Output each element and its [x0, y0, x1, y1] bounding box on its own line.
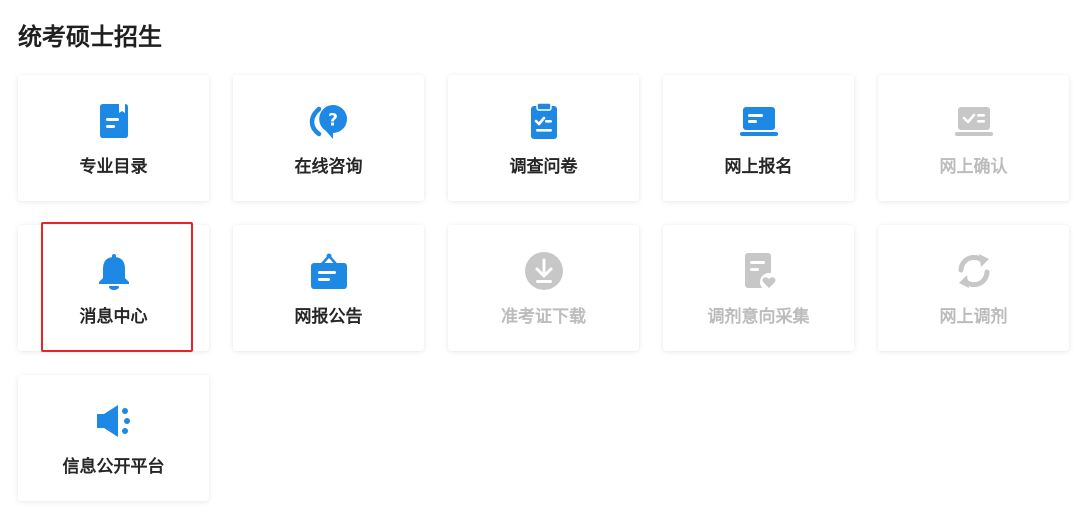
- card-label: 信息公开平台: [62, 457, 165, 477]
- card-major-catalog[interactable]: 专业目录: [18, 75, 209, 201]
- card-admission-ticket-download[interactable]: 准考证下载: [448, 225, 639, 351]
- card-label: 网上报名: [724, 157, 793, 177]
- card-online-registration[interactable]: 网上报名: [663, 75, 854, 201]
- card-survey[interactable]: 调查问卷: [448, 75, 639, 201]
- card-registration-notice[interactable]: 网报公告: [233, 225, 424, 351]
- card-label: 消息中心: [79, 307, 148, 327]
- download-icon: [524, 251, 564, 291]
- speaker-icon: [94, 401, 134, 441]
- card-label: 调查问卷: [509, 157, 578, 177]
- clipboard-checklist-icon: [524, 101, 564, 141]
- service-grid: 专业目录 ? 在线咨询 调查问卷 网上报名 网上确认 消息中心 网报公告 准考证…: [18, 75, 1069, 501]
- card-label: 专业目录: [79, 157, 148, 177]
- laptop-icon: [739, 101, 779, 141]
- card-label: 调剂意向采集: [707, 307, 810, 327]
- card-info-disclosure-platform[interactable]: 信息公开平台: [18, 375, 209, 501]
- card-label: 网上确认: [939, 157, 1008, 177]
- card-online-consult[interactable]: ? 在线咨询: [233, 75, 424, 201]
- page-title: 统考硕士招生: [18, 23, 162, 51]
- svg-text:?: ?: [328, 111, 338, 131]
- catalog-document-icon: [94, 101, 134, 141]
- notice-bag-icon: [309, 251, 349, 291]
- bell-icon: [94, 251, 134, 291]
- chat-question-icon: ?: [309, 101, 349, 141]
- card-label: 准考证下载: [501, 307, 586, 327]
- card-adjustment-intention[interactable]: 调剂意向采集: [663, 225, 854, 351]
- refresh-icon: [954, 251, 994, 291]
- card-label: 网上调剂: [939, 307, 1008, 327]
- document-heart-icon: [739, 251, 779, 291]
- card-online-adjustment[interactable]: 网上调剂: [878, 225, 1069, 351]
- card-label: 在线咨询: [294, 157, 363, 177]
- card-online-confirmation[interactable]: 网上确认: [878, 75, 1069, 201]
- card-label: 网报公告: [294, 307, 363, 327]
- check-screen-icon: [954, 101, 994, 141]
- card-message-center[interactable]: 消息中心: [18, 222, 209, 352]
